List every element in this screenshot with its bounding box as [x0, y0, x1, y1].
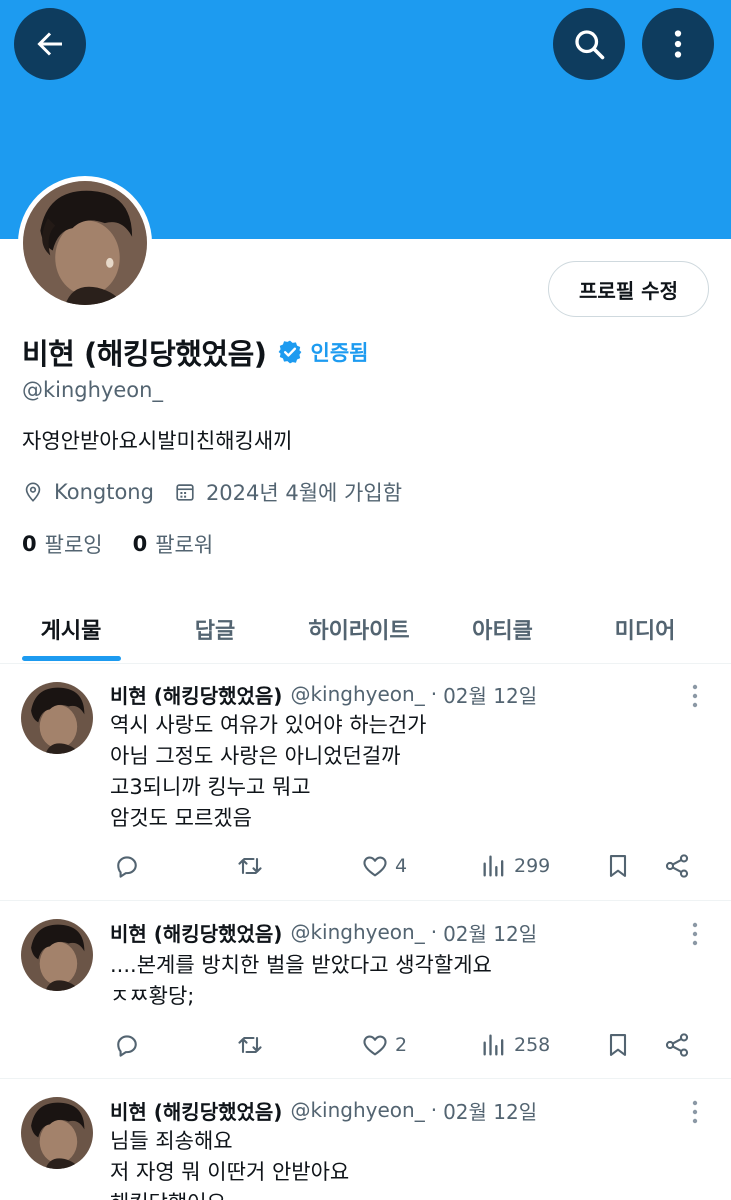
like-button[interactable]: 2 — [361, 1025, 407, 1065]
post-author-name[interactable]: 비현 (해킹당했었음) — [110, 680, 282, 709]
followers-count[interactable]: 0 — [133, 532, 148, 556]
post-avatar[interactable] — [21, 682, 93, 754]
reply-button[interactable] — [113, 846, 147, 886]
bookmark-button[interactable] — [604, 1025, 638, 1065]
post-line: 암것도 모르겠음 — [110, 806, 252, 830]
post-line: 저 자영 뭐 이딴거 안받아요 — [110, 1160, 350, 1184]
view-count: 258 — [514, 1034, 551, 1056]
more-vertical-icon — [674, 30, 682, 58]
profile-tabs: 게시물 답글 하이라이트 아티클 미디어 — [0, 594, 731, 664]
tab-media[interactable]: 미디어 — [575, 594, 715, 664]
reply-icon — [117, 856, 137, 878]
tab-replies[interactable]: 답글 — [142, 594, 288, 664]
post-line: ....본계를 방치한 벌을 받았다고 생각할게요 — [110, 953, 492, 977]
avatar-photo — [21, 919, 93, 991]
views-icon — [483, 1034, 504, 1056]
post-line: 아님 그정도 사랑은 아니었던걸까 — [110, 744, 401, 768]
post-author-handle[interactable]: @kinghyeon_ — [290, 682, 424, 706]
post-date[interactable]: 02월 12일 — [443, 1096, 537, 1125]
joined-date: 2024년 4월에 가입함 — [205, 481, 403, 505]
views-icon — [483, 855, 504, 877]
post-date[interactable]: 02월 12일 — [443, 918, 537, 947]
search-button[interactable] — [553, 8, 625, 80]
post-item[interactable]: 비현 (해킹당했었음) @kinghyeon_ · 02월 12일 님들 죄송해… — [0, 1080, 731, 1200]
profile-meta: Kongtong 2024년 4월에 가입함 — [22, 476, 402, 508]
post-actions: 4 299 — [0, 846, 731, 886]
like-count: 2 — [395, 1034, 408, 1056]
post-avatar[interactable] — [21, 919, 93, 991]
like-button[interactable]: 4 — [361, 846, 407, 886]
post-date[interactable]: 02월 12일 — [443, 680, 537, 709]
tab-articles[interactable]: 아티클 — [430, 594, 575, 664]
follow-stats: 0 팔로잉 0 팔로워 — [22, 528, 213, 560]
bookmark-button[interactable] — [604, 846, 638, 886]
repost-icon — [238, 857, 262, 875]
location-text: Kongtong — [54, 480, 154, 504]
profile-avatar[interactable] — [18, 176, 152, 310]
calendar-icon — [176, 484, 194, 501]
verified-badge-icon[interactable] — [277, 339, 303, 365]
following-count[interactable]: 0 — [22, 532, 37, 556]
post-more-icon[interactable] — [684, 683, 706, 709]
post-text: 님들 죄송해요 저 자영 뭐 이딴거 안받아요 해킹당했어요 — [110, 1126, 349, 1200]
reply-button[interactable] — [113, 1025, 147, 1065]
avatar-photo — [21, 682, 93, 754]
following-label[interactable]: 팔로잉 — [45, 529, 103, 559]
post-text: 역시 사랑도 여유가 있어야 하는건가 아님 그정도 사랑은 아니었던걸까 고3… — [110, 710, 427, 834]
share-icon — [665, 1033, 689, 1057]
repost-button[interactable] — [236, 846, 270, 886]
arrow-left-icon — [37, 32, 62, 56]
post-actions: 2 258 — [0, 1025, 731, 1065]
view-count: 299 — [514, 855, 551, 877]
post-item[interactable]: 비현 (해킹당했었음) @kinghyeon_ · 02월 12일 ....본계… — [0, 902, 731, 1079]
post-line: 해킹당했어요 — [110, 1188, 349, 1200]
post-text: ....본계를 방치한 벌을 받았다고 생각할게요 ㅈㅉ황당; — [110, 950, 492, 1012]
post-header: 비현 (해킹당했었음) @kinghyeon_ · 02월 12일 — [110, 679, 537, 709]
views-button[interactable]: 299 — [480, 846, 550, 886]
repost-icon — [238, 1036, 262, 1054]
post-line: ㅈㅉ황당; — [110, 984, 195, 1008]
location-icon — [25, 482, 41, 502]
share-button[interactable] — [663, 846, 697, 886]
followers-label[interactable]: 팔로워 — [155, 529, 213, 559]
more-options-button[interactable] — [642, 8, 714, 80]
post-item[interactable]: 비현 (해킹당했었음) @kinghyeon_ · 02월 12일 역시 사랑도… — [0, 665, 731, 901]
post-header: 비현 (해킹당했었음) @kinghyeon_ · 02월 12일 — [110, 917, 537, 947]
verified-label[interactable]: 인증됨 — [311, 337, 369, 367]
bookmark-icon — [609, 1034, 627, 1056]
post-line: 역시 사랑도 여유가 있어야 하는건가 — [110, 713, 427, 737]
search-icon — [575, 30, 605, 60]
post-author-handle[interactable]: @kinghyeon_ — [290, 920, 424, 944]
post-line: 님들 죄송해요 — [110, 1129, 233, 1153]
back-button[interactable] — [14, 8, 86, 80]
post-avatar[interactable] — [21, 1097, 93, 1169]
profile-handle: @kinghyeon_ — [22, 378, 163, 402]
profile-name-row: 비현 (해킹당했었음) 인증됨 — [22, 330, 369, 374]
display-name: 비현 (해킹당했었음) — [22, 337, 267, 371]
post-more-icon[interactable] — [684, 1099, 706, 1125]
profile-bio: 자영안받아요시발미친해킹새끼 — [22, 429, 293, 453]
post-header: 비현 (해킹당했었음) @kinghyeon_ · 02월 12일 — [110, 1095, 537, 1125]
post-more-icon[interactable] — [684, 921, 706, 947]
post-author-name[interactable]: 비현 (해킹당했었음) — [110, 1096, 282, 1125]
share-button[interactable] — [663, 1025, 697, 1065]
active-tab-indicator — [22, 656, 121, 661]
repost-button[interactable] — [236, 1025, 270, 1065]
heart-icon — [363, 1035, 387, 1056]
post-line: 고3되니까 킹누고 뭐고 — [110, 775, 311, 799]
tab-posts[interactable]: 게시물 — [0, 594, 142, 664]
views-button[interactable]: 258 — [480, 1025, 550, 1065]
bookmark-icon — [609, 855, 627, 877]
heart-icon — [363, 856, 387, 877]
post-author-handle[interactable]: @kinghyeon_ — [290, 1098, 424, 1122]
avatar-photo — [21, 1097, 93, 1169]
tab-highlights[interactable]: 하이라이트 — [288, 594, 430, 664]
share-icon — [665, 854, 689, 878]
like-count: 4 — [395, 855, 408, 877]
post-author-name[interactable]: 비현 (해킹당했었음) — [110, 918, 282, 947]
avatar-photo — [23, 181, 147, 305]
edit-profile-button[interactable]: 프로필 수정 — [548, 261, 709, 317]
reply-icon — [117, 1035, 137, 1057]
